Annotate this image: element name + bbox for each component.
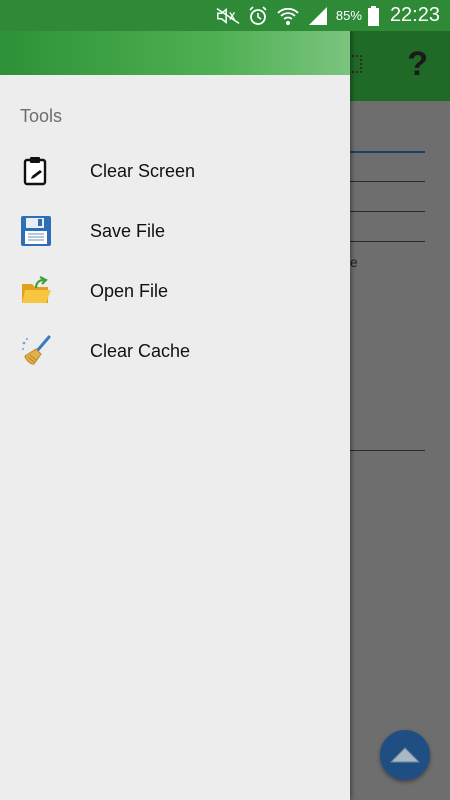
help-icon[interactable]: ? [407, 45, 428, 84]
chevron-up-icon [389, 747, 421, 763]
clipboard-icon [16, 151, 56, 191]
menu-item-open-file[interactable]: Open File [0, 261, 350, 321]
navigation-drawer: Tools Clear Screen Save File Open File C… [0, 31, 350, 800]
wifi-icon [276, 6, 300, 26]
menu-item-label: Clear Screen [90, 160, 196, 181]
alarm-icon [246, 5, 270, 26]
drawer-header [0, 31, 350, 75]
battery-icon [368, 5, 380, 26]
menu-item-clear-cache[interactable]: Clear Cache [0, 321, 350, 381]
menu-item-label: Clear Cache [90, 340, 191, 361]
menu-item-save-file[interactable]: Save File [0, 201, 350, 261]
mute-icon [216, 6, 240, 26]
status-bar: 85% 22:23 [0, 0, 450, 31]
scroll-up-button[interactable] [380, 730, 430, 780]
drawer-menu: Clear Screen Save File Open File Clear C… [0, 141, 350, 381]
clock: 22:23 [389, 4, 440, 26]
open-folder-icon [16, 271, 56, 311]
background-text-fragment: e [350, 254, 358, 270]
menu-item-label: Save File [90, 220, 166, 241]
floppy-disk-icon [16, 211, 56, 251]
battery-percent: 85% [335, 8, 362, 23]
menu-item-clear-screen[interactable]: Clear Screen [0, 141, 350, 201]
section-title: Tools [20, 106, 63, 126]
signal-icon [306, 6, 330, 26]
broom-icon [16, 331, 56, 371]
menu-item-label: Open File [90, 280, 169, 301]
